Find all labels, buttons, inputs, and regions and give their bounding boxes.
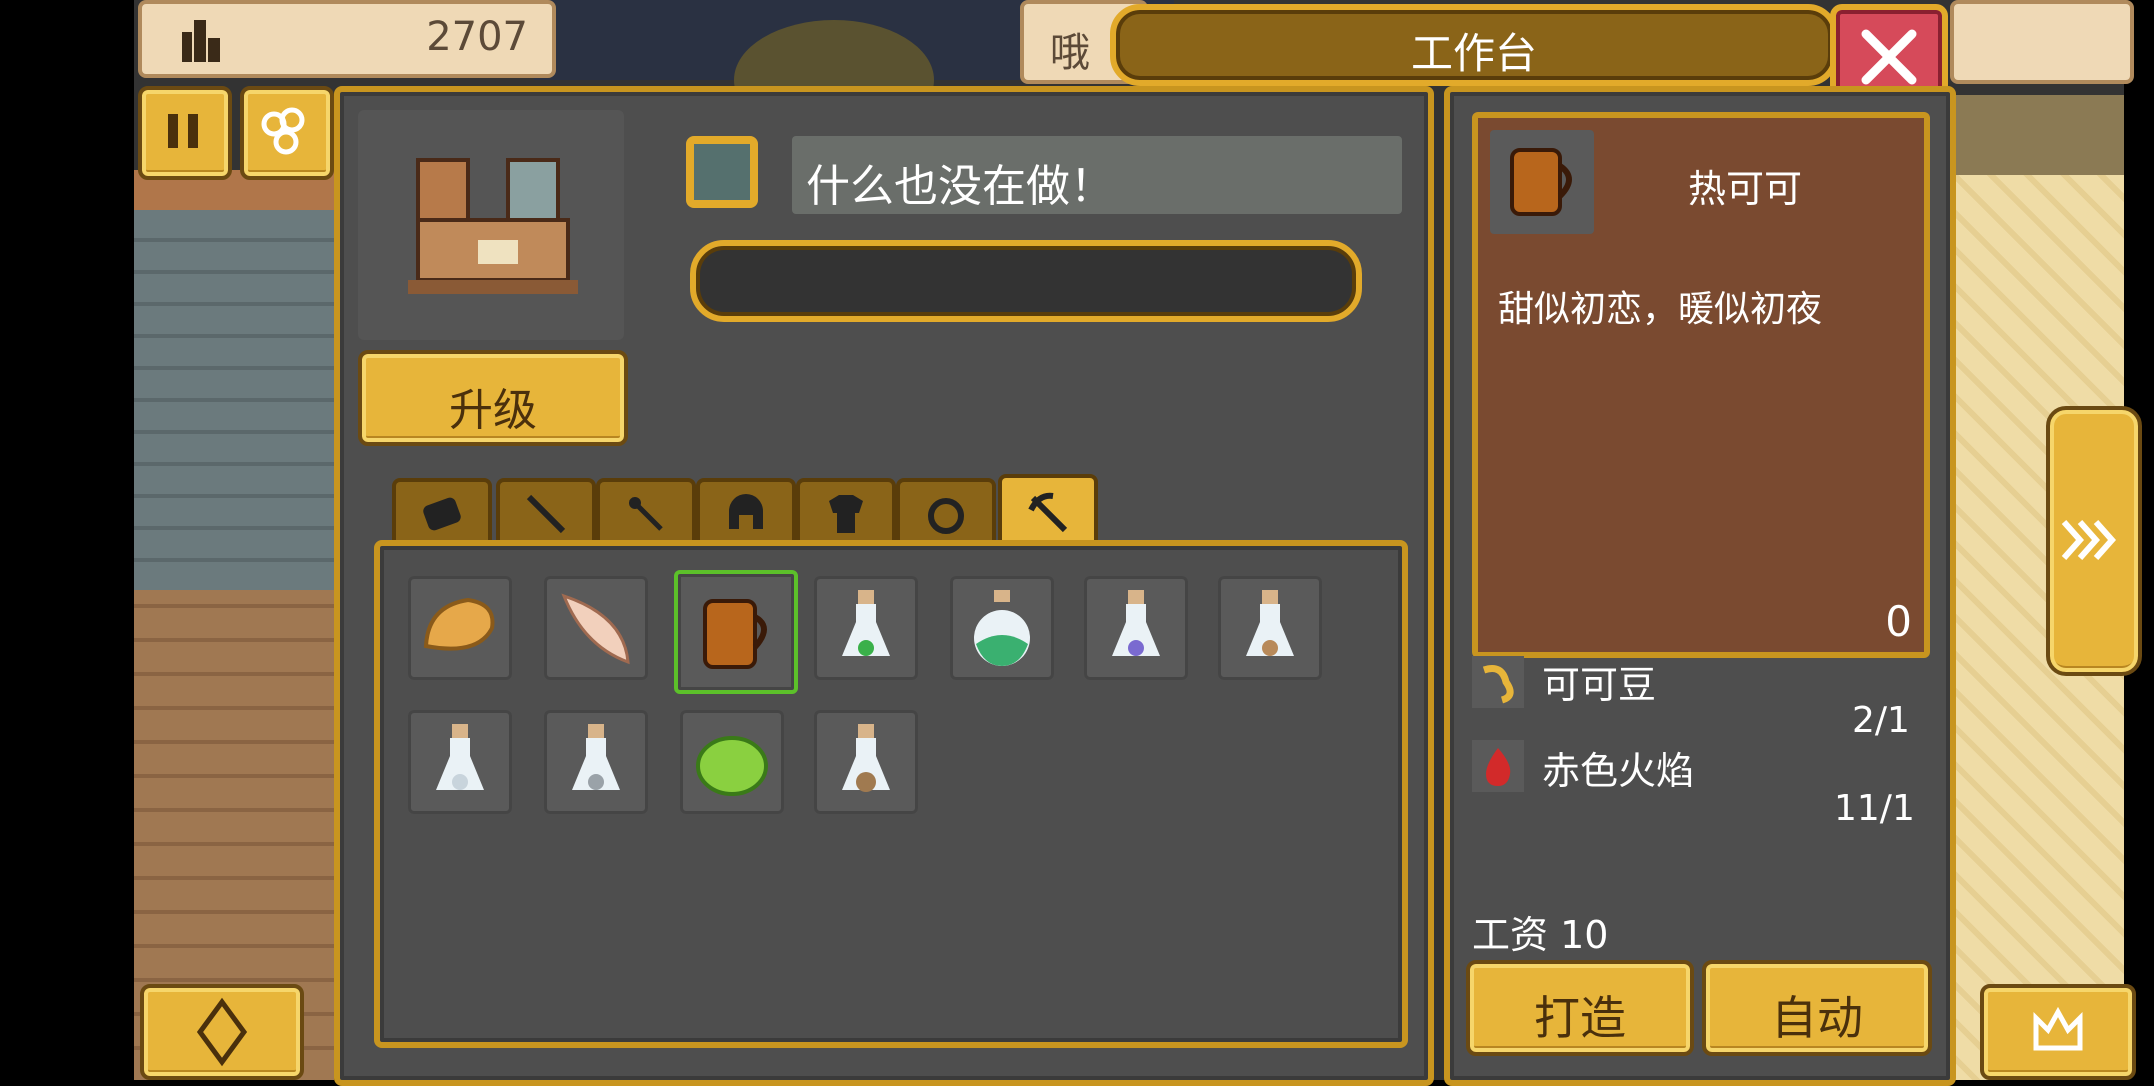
craft-button[interactable]: 打造 xyxy=(1466,960,1694,1056)
staff-icon xyxy=(629,497,663,531)
status-slot xyxy=(686,136,758,208)
dpad-icon xyxy=(196,997,248,1067)
auto-label: 自动 xyxy=(1771,991,1863,1045)
item-slot-hot-cocoa[interactable] xyxy=(674,570,798,694)
purple-potion-icon xyxy=(1112,590,1160,656)
grey-potion-icon xyxy=(572,724,620,790)
red-flame-icon xyxy=(1472,740,1524,792)
stone-floor xyxy=(134,210,334,590)
ingredient-1-amount: 2/1 xyxy=(1852,700,1910,741)
item-slot-brown-potion[interactable] xyxy=(814,710,918,814)
orange-potion-icon xyxy=(1246,590,1294,656)
white-potion-icon xyxy=(436,724,484,790)
item-slot-green-potion[interactable] xyxy=(814,576,918,680)
ingredient-1-name: 可可豆 xyxy=(1542,663,1657,707)
item-slot-grey-potion[interactable] xyxy=(544,710,648,814)
right-wall xyxy=(1944,95,2124,175)
item-slot-orange-potion[interactable] xyxy=(1218,576,1322,680)
ingredient-2-name: 赤色火焰 xyxy=(1542,749,1695,793)
bread-icon xyxy=(423,597,495,651)
top-right-bar xyxy=(1950,0,2134,84)
tab-scrolls[interactable] xyxy=(392,478,492,546)
detail-count: 0 xyxy=(1885,597,1912,646)
other-tab-text: 哦 xyxy=(1050,30,1090,76)
workbench-icon xyxy=(408,158,578,294)
sword-icon xyxy=(526,494,566,534)
pause-button[interactable] xyxy=(138,86,232,180)
item-slot-big-green-potion[interactable] xyxy=(950,576,1054,680)
crown-icon xyxy=(2033,1006,2083,1051)
hot-cocoa-icon xyxy=(703,599,767,669)
helmet-icon xyxy=(729,494,763,529)
progress-bar xyxy=(690,240,1362,322)
group-icon xyxy=(261,107,305,155)
upgrade-label: 升级 xyxy=(449,385,537,436)
next-page-button[interactable] xyxy=(2046,406,2142,676)
fast-forward-icon xyxy=(2061,520,2117,560)
tab-rings[interactable] xyxy=(896,478,996,546)
tab-tools[interactable] xyxy=(998,474,1098,548)
green-potion-icon xyxy=(842,590,890,656)
green-slime-icon xyxy=(696,736,768,796)
pause-icon xyxy=(168,114,198,148)
gold-counter: 2707 xyxy=(138,0,556,78)
workbench-frame xyxy=(358,110,624,340)
status-text: 什么也没在做！ xyxy=(806,161,1114,212)
craft-label: 打造 xyxy=(1534,991,1626,1045)
ingredient-2-amount: 11/1 xyxy=(1834,788,1915,829)
item-slot-green-slime[interactable] xyxy=(680,710,784,814)
pickaxe-icon xyxy=(1028,492,1068,533)
auto-button[interactable]: 自动 xyxy=(1702,960,1932,1056)
group-button[interactable] xyxy=(240,86,334,180)
tab-armor[interactable] xyxy=(796,478,896,546)
tab-staffs[interactable] xyxy=(596,478,696,546)
scroll-icon xyxy=(423,497,461,531)
gold-value: 2707 xyxy=(426,14,528,60)
item-slot-bread[interactable] xyxy=(408,576,512,680)
upgrade-button[interactable]: 升级 xyxy=(358,350,628,446)
wage-label: 工资 10 xyxy=(1472,913,1609,957)
armor-icon xyxy=(829,495,863,533)
big-green-potion-icon xyxy=(974,590,1030,666)
item-slot-purple-potion[interactable] xyxy=(1084,576,1188,680)
tab-swords[interactable] xyxy=(496,478,596,546)
item-detail-card: 热可可 甜似初恋，暖似初夜 0 xyxy=(1472,112,1930,658)
item-slot-feather[interactable] xyxy=(544,576,648,680)
move-button[interactable] xyxy=(140,984,304,1080)
tab-helmets[interactable] xyxy=(696,478,796,546)
item-slot-white-potion[interactable] xyxy=(408,710,512,814)
window-title-bar: 工作台 xyxy=(1110,4,1838,86)
buildings-icon xyxy=(182,20,220,62)
crown-button[interactable] xyxy=(1980,984,2136,1080)
ring-icon xyxy=(928,498,964,534)
brown-potion-icon xyxy=(842,724,890,792)
window-title: 工作台 xyxy=(1410,29,1537,78)
cocoa-bean-icon xyxy=(1472,656,1524,708)
status-box: 什么也没在做！ xyxy=(792,136,1402,214)
detail-description: 甜似初恋，暖似初夜 xyxy=(1498,289,1823,330)
status-slot-inner xyxy=(694,144,750,200)
feather-icon xyxy=(561,593,630,665)
detail-item-name: 热可可 xyxy=(1688,167,1803,211)
detail-icon-frame xyxy=(1490,130,1594,234)
hot-cocoa-icon xyxy=(1510,148,1572,216)
